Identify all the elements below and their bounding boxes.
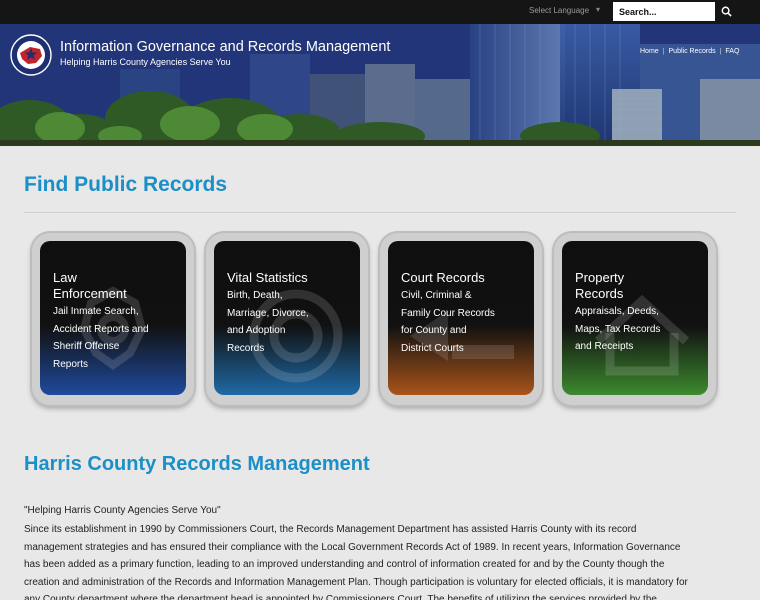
card-title: Law Enforcement [53, 270, 127, 301]
card-title: Vital Statistics [227, 270, 308, 285]
nav-home[interactable]: Home [636, 48, 663, 55]
card-description: Appraisals, Deeds, Maps, Tax Records and… [575, 306, 661, 352]
card-description: Civil, Criminal & Family Cour Records fo… [401, 290, 495, 354]
card-property-records-body[interactable]: Property Records Appraisals, Deeds, Maps… [562, 241, 708, 395]
card-title: Property Records [575, 270, 625, 301]
card-description: Jail Inmate Search, Accident Reports and… [53, 306, 149, 370]
about-quote: "Helping Harris County Agencies Serve Yo… [24, 505, 221, 516]
search-input[interactable] [613, 2, 715, 21]
utility-bar: Select Language ▾ [0, 0, 760, 24]
card-property-records[interactable]: Property Records Appraisals, Deeds, Maps… [554, 233, 716, 405]
main-nav: Home | Public Records | FAQ [636, 48, 743, 55]
hero-banner: Information Governance and Records Manag… [0, 24, 760, 146]
nav-separator: | [719, 48, 722, 55]
card-law-enforcement-body[interactable]: Law Enforcement Jail Inmate Search, Acci… [40, 241, 186, 395]
nav-public-records[interactable]: Public Records [665, 48, 720, 55]
about-paragraph: Since its establishment in 1990 by Commi… [24, 524, 688, 600]
divider [24, 212, 736, 213]
card-vital-statistics-body[interactable]: Vital Statistics Birth, Death, Marriage,… [214, 241, 360, 395]
card-law-enforcement[interactable]: Law Enforcement Jail Inmate Search, Acci… [32, 233, 194, 405]
search-icon [721, 6, 732, 17]
nav-separator: | [662, 48, 665, 55]
find-records-heading: Find Public Records [24, 173, 228, 196]
nav-faq[interactable]: FAQ [721, 48, 743, 55]
card-court-records[interactable]: Court Records Civil, Criminal & Family C… [380, 233, 542, 405]
search-button[interactable] [716, 2, 736, 21]
card-description: Birth, Death, Marriage, Divorce, and Ado… [227, 290, 309, 354]
records-management-heading: Harris County Records Management [24, 453, 370, 475]
card-title: Court Records [401, 270, 485, 285]
harris-county-seal-icon [10, 34, 52, 76]
site-title[interactable]: Information Governance and Records Manag… [60, 39, 390, 55]
card-court-records-body[interactable]: Court Records Civil, Criminal & Family C… [388, 241, 534, 395]
card-vital-statistics[interactable]: Vital Statistics Birth, Death, Marriage,… [206, 233, 368, 405]
language-selector[interactable]: Select Language [529, 6, 589, 15]
language-dropdown-icon[interactable]: ▾ [596, 5, 600, 14]
site-tagline: Helping Harris County Agencies Serve You [60, 57, 231, 67]
